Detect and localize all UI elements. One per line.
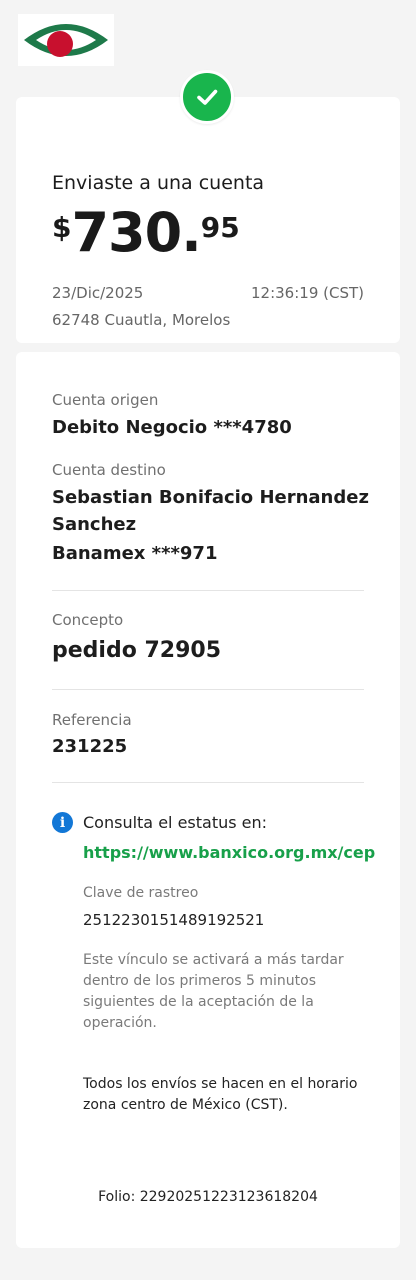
reference-value: 231225 <box>52 736 128 757</box>
amount-currency: $ <box>52 211 72 244</box>
banxico-cep-link[interactable]: https://www.banxico.org.mx/cep <box>83 843 375 862</box>
divider <box>52 689 364 690</box>
bank-logo <box>18 14 114 66</box>
origin-account-value: Debito Negocio ***4780 <box>52 417 292 438</box>
success-check-icon <box>180 70 234 124</box>
amount-integer: 730. <box>71 201 201 264</box>
consult-status-text: Consulta el estatus en: <box>83 813 268 832</box>
destination-name-line1: Sebastian Bonifacio Hernandez <box>52 487 369 508</box>
tracking-key-value: 2512230151489192521 <box>83 911 265 929</box>
destination-account-label: Cuenta destino <box>52 461 166 479</box>
origin-account-label: Cuenta origen <box>52 391 159 409</box>
destination-name-line2: Sanchez <box>52 514 137 535</box>
transaction-date: 23/Dic/2025 <box>52 284 144 302</box>
info-icon: i <box>52 812 73 833</box>
tracking-key-label: Clave de rastreo <box>83 885 199 901</box>
concept-value: pedido 72905 <box>52 638 222 663</box>
receipt-title: Enviaste a una cuenta <box>52 172 265 194</box>
amount: $ 730. 95 <box>52 206 240 260</box>
date-time-row: 23/Dic/2025 12:36:19 (CST) <box>52 284 364 302</box>
activation-note: Este vínculo se activará a más tardar de… <box>83 952 344 1031</box>
divider <box>52 782 364 783</box>
divider <box>52 590 364 591</box>
concept-label: Concepto <box>52 611 124 629</box>
destination-bank: Banamex ***971 <box>52 543 218 564</box>
transaction-location: 62748 Cuautla, Morelos <box>52 311 231 329</box>
amount-decimals: 95 <box>200 211 240 244</box>
reference-label: Referencia <box>52 711 132 729</box>
folio-number: Folio: 22920251223123618204 <box>98 1189 318 1205</box>
timezone-note: Todos los envíos se hacen en el horario … <box>83 1076 358 1113</box>
transaction-time: 12:36:19 (CST) <box>251 284 364 302</box>
